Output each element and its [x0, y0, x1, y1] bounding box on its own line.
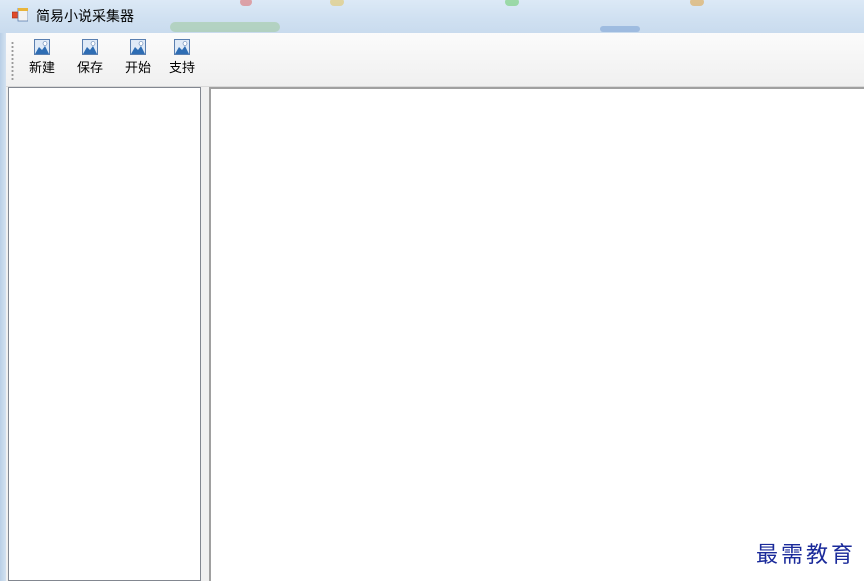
window-title: 简易小说采集器: [36, 9, 134, 25]
windows-form-icon: [12, 8, 28, 22]
panel-splitter[interactable]: [202, 87, 209, 581]
background-blur: [170, 22, 280, 32]
chapter-tree-panel[interactable]: [8, 87, 201, 581]
background-blur: [240, 0, 252, 6]
image-placeholder-icon: [82, 39, 98, 55]
save-button[interactable]: 保存: [68, 37, 112, 81]
watermark-text: 最需教育: [755, 543, 856, 568]
start-button[interactable]: 开始: [116, 37, 160, 81]
content-panel[interactable]: 最需教育: [209, 87, 864, 581]
image-placeholder-icon: [130, 39, 146, 55]
support-button[interactable]: 支持: [160, 37, 204, 81]
toolbar-grip[interactable]: [11, 41, 14, 81]
support-button-label: 支持: [168, 61, 195, 76]
background-blur: [690, 0, 704, 6]
image-placeholder-icon: [34, 39, 50, 55]
image-placeholder-icon: [174, 39, 190, 55]
new-button-label: 新建: [28, 61, 55, 76]
background-blur: [505, 0, 519, 6]
window-frame-left: [0, 33, 6, 581]
toolbar: 新建 保存 开始 支持: [6, 33, 864, 87]
title-bar[interactable]: 简易小说采集器: [0, 0, 864, 33]
start-button-label: 开始: [124, 61, 151, 76]
app-window: 简易小说采集器 新建 保存 开始 支持 最需教育: [0, 0, 864, 581]
new-button[interactable]: 新建: [20, 37, 64, 81]
save-button-label: 保存: [76, 61, 103, 76]
background-blur: [330, 0, 344, 6]
background-blur: [600, 26, 640, 32]
